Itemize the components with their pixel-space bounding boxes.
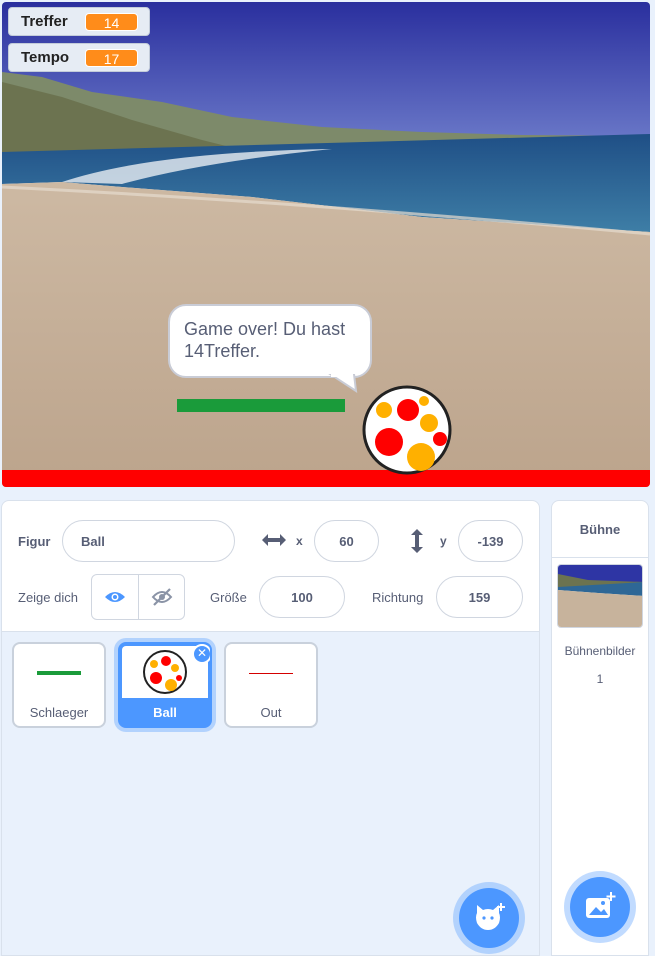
backdrops-count: 1 xyxy=(596,672,604,686)
horizontal-arrows-icon xyxy=(262,534,286,546)
monitor-label: Treffer xyxy=(21,13,68,30)
eye-icon xyxy=(105,592,125,602)
monitor-value: 14 xyxy=(85,12,138,31)
sprite-tile-out[interactable]: Out xyxy=(224,642,318,728)
image-plus-icon xyxy=(586,892,616,918)
x-label: x xyxy=(296,534,303,548)
out-line xyxy=(2,470,650,487)
y-position-input[interactable]: -139 xyxy=(458,520,523,562)
sprite-thumbnail xyxy=(226,644,316,702)
direction-label: Richtung xyxy=(372,589,424,605)
variable-monitor-treffer[interactable]: Treffer 14 xyxy=(8,7,150,36)
x-position-input[interactable]: 60 xyxy=(314,520,379,562)
variable-monitor-tempo[interactable]: Tempo 17 xyxy=(8,43,150,72)
sprite-info-panel: Figur Ball x 60 y -139 Zeige dich Größe … xyxy=(1,500,540,956)
sprite-tile-label: Ball xyxy=(153,705,177,720)
stage-backdrop xyxy=(2,2,650,487)
delete-sprite-button[interactable]: ✕ xyxy=(192,644,210,664)
paddle-thumbnail xyxy=(37,671,81,675)
stage-panel-title: Bühne xyxy=(552,501,648,558)
hide-button[interactable] xyxy=(138,575,184,619)
size-input[interactable]: 100 xyxy=(259,576,345,618)
sprite-list: Schlaeger Ball ✕ Out xyxy=(2,631,539,955)
sprite-tile-ball[interactable]: Ball ✕ xyxy=(118,642,212,728)
sprite-tile-schlaeger[interactable]: Schlaeger xyxy=(12,642,106,728)
close-icon: ✕ xyxy=(196,646,208,660)
add-backdrop-button[interactable] xyxy=(570,877,630,937)
sprite-name-label: Figur xyxy=(18,533,51,549)
show-label: Zeige dich xyxy=(18,589,78,605)
monitor-label: Tempo xyxy=(21,49,70,66)
ball-thumbnail xyxy=(143,650,187,694)
stage-thumbnail[interactable] xyxy=(557,564,643,628)
sprite-thumbnail xyxy=(14,644,104,702)
sprite-name-input[interactable]: Ball xyxy=(62,520,235,562)
paddle-sprite xyxy=(177,399,345,412)
stage[interactable]: Treffer 14 Tempo 17 Game over! Du hast 1… xyxy=(2,2,650,487)
ball-sprite xyxy=(362,385,452,475)
stage-selector-panel[interactable]: Bühne Bühnenbilder 1 xyxy=(551,500,649,956)
vertical-arrows-icon xyxy=(411,529,423,553)
speech-bubble: Game over! Du hast 14Treffer. xyxy=(168,304,372,378)
eye-slash-icon xyxy=(151,588,172,606)
speech-bubble-tail xyxy=(328,374,358,394)
direction-input[interactable]: 159 xyxy=(436,576,523,618)
y-label: y xyxy=(440,534,447,548)
visibility-toggle xyxy=(91,574,185,620)
add-sprite-button[interactable] xyxy=(459,888,519,948)
out-line-thumbnail xyxy=(249,672,293,674)
show-button[interactable] xyxy=(92,575,138,619)
backdrop-thumbnail xyxy=(558,565,642,627)
size-label: Größe xyxy=(210,589,247,605)
backdrops-label: Bühnenbilder xyxy=(564,644,636,658)
sprite-tile-label: Out xyxy=(260,705,282,720)
monitor-value: 17 xyxy=(85,48,138,67)
cat-plus-icon xyxy=(476,903,505,930)
sprite-tile-label: Schlaeger xyxy=(29,705,89,720)
